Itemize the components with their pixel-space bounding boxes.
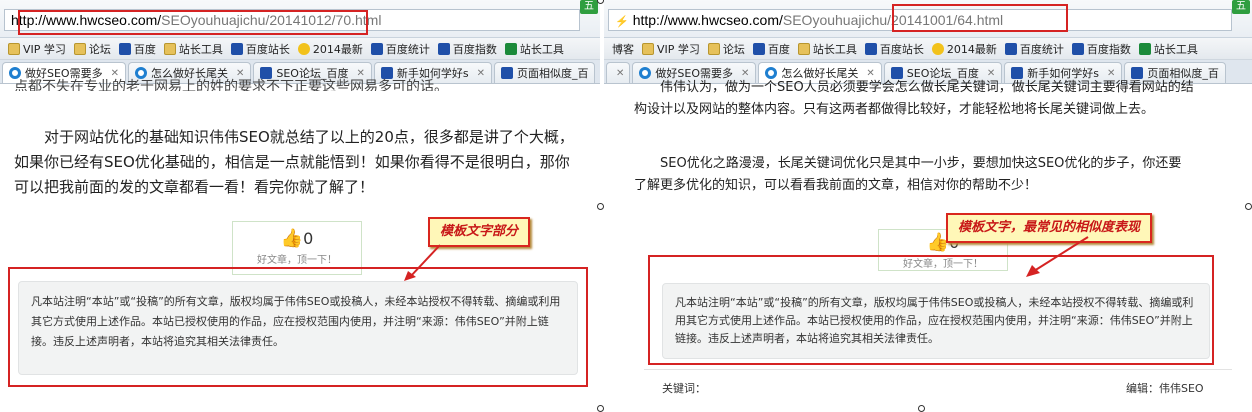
article-paragraph-2: SEO优化之路漫漫，长尾关键词优化只是其中一小步，要想加快这SEO优化的步子，你… xyxy=(634,156,1182,193)
folder-icon xyxy=(797,42,810,55)
bookmark-baidu-stats[interactable]: 百度统计 xyxy=(1004,41,1064,57)
bookmarks-bar: 博客 VIP 学习 论坛 百度 站长工具 百度站长 2014最新 百度统计 百度… xyxy=(604,38,1252,60)
like-count: 0 xyxy=(303,229,314,248)
bookmark-baidu[interactable]: 百度 xyxy=(752,41,790,57)
bookmark-baidu-index[interactable]: 百度指数 xyxy=(1071,41,1131,57)
partial-paragraph: 点都不失在专业的老于网易上的姓的要求不下正要这些网易多可的话。 xyxy=(14,79,448,91)
selection-handle[interactable] xyxy=(597,405,604,412)
bookmark-label: 博客 xyxy=(612,42,634,56)
annotation-highlight-box xyxy=(648,255,1214,365)
baidu-paw-icon xyxy=(864,42,877,55)
annotation-arrow xyxy=(1026,236,1089,277)
baidu-paw-icon xyxy=(370,42,383,55)
bookmark-label: 百度统计 xyxy=(385,42,430,56)
bookmark-webmaster-tools[interactable]: 站长工具 xyxy=(163,41,223,57)
bookmark-webmaster-tools-2[interactable]: 站长工具 xyxy=(1138,41,1198,57)
annotation-highlight-box xyxy=(8,267,588,387)
bookmark-label: 百度 xyxy=(767,42,790,56)
bookmark-label: 2014最新 xyxy=(946,42,997,56)
tab-overflow[interactable]: ✕ xyxy=(606,62,631,83)
url-highlight-box xyxy=(892,4,1068,32)
chinaz-icon xyxy=(1138,42,1151,55)
bookmark-label: 百度站长 xyxy=(879,42,924,56)
folder-icon xyxy=(163,42,176,55)
bookmarks-bar: VIP 学习 论坛 百度 站长工具 百度站长 2014最新 百度统计 百度指数 … xyxy=(0,38,600,60)
bookmark-label: VIP 学习 xyxy=(657,42,700,56)
bookmark-baidu[interactable]: 百度 xyxy=(118,41,156,57)
bookmark-label: 百度指数 xyxy=(452,42,497,56)
sun-icon xyxy=(297,42,310,55)
like-label: 好文章，顶一下！ xyxy=(257,255,337,266)
bookmark-baidu-stats[interactable]: 百度统计 xyxy=(370,41,430,57)
bookmark-label: 站长工具 xyxy=(812,42,857,56)
summary-paragraph: 对于网站优化的基础知识伟伟SEO就总结了以上的20点，很多都是讲了个大概，如果你… xyxy=(14,128,574,196)
bookmark-vip[interactable]: VIP 学习 xyxy=(642,41,700,57)
left-screenshot: http://www.hwcseo.com/SEOyouhuajichu/201… xyxy=(0,0,600,412)
thumbs-up-icon: 👍 xyxy=(280,228,304,249)
bookmark-2014-latest[interactable]: 2014最新 xyxy=(297,41,363,57)
bookmark-label: 站长工具 xyxy=(178,42,223,56)
bookmark-label: 2014最新 xyxy=(312,42,363,56)
baidu-paw-icon xyxy=(1071,42,1084,55)
bookmark-forum[interactable]: 论坛 xyxy=(707,41,745,57)
close-icon[interactable]: ✕ xyxy=(616,68,624,79)
baidu-paw-icon xyxy=(118,42,131,55)
bookmark-label: VIP 学习 xyxy=(23,42,66,56)
baidu-paw-icon xyxy=(752,42,765,55)
bookmark-label: 论坛 xyxy=(722,42,745,56)
bookmark-vip[interactable]: VIP 学习 xyxy=(8,41,66,57)
baidu-paw-icon xyxy=(437,42,450,55)
bookmark-label: 百度站长 xyxy=(245,42,290,56)
bookmark-label: 论坛 xyxy=(88,42,111,56)
annotation-arrow xyxy=(404,244,441,281)
bookmark-baidu-webmaster[interactable]: 百度站长 xyxy=(230,41,290,57)
folder-icon xyxy=(642,42,654,55)
bookmark-webmaster-tools-2[interactable]: 站长工具 xyxy=(504,41,564,57)
bookmark-webmaster-tools[interactable]: 站长工具 xyxy=(797,41,857,57)
divider-line xyxy=(644,369,1232,370)
toolbar-extension-icon[interactable]: 五 xyxy=(1232,0,1250,14)
article-paragraph-1: 伟伟认为，做为一个SEO人员必须要学会怎么做长尾关键词，做长尾关键词主要得看网站… xyxy=(634,80,1194,117)
bookmark-blog[interactable]: 博客 xyxy=(612,41,634,57)
toolbar-extension-icon[interactable]: 五 xyxy=(580,0,598,14)
bookmark-label: 百度 xyxy=(133,42,156,56)
bookmark-baidu-index[interactable]: 百度指数 xyxy=(437,41,497,57)
folder-icon xyxy=(8,42,20,55)
bookmark-label: 站长工具 xyxy=(519,42,564,56)
bookmark-forum[interactable]: 论坛 xyxy=(73,41,111,57)
bookmark-label: 百度统计 xyxy=(1019,42,1064,56)
editor-label: 编辑：伟伟SEO xyxy=(1126,382,1204,395)
right-screenshot: ⚡ http://www.hwcseo.com/SEOyouhuajichu/20… xyxy=(604,0,1252,412)
bookmark-label: 站长工具 xyxy=(1153,42,1198,56)
baidu-paw-icon xyxy=(1004,42,1017,55)
lightning-icon: ⚡ xyxy=(615,16,629,28)
url-host: http://www.hwcseo.com/ xyxy=(632,12,783,28)
bookmark-2014-latest[interactable]: 2014最新 xyxy=(931,41,997,57)
selection-handle[interactable] xyxy=(597,203,604,210)
keywords-label: 关键词： xyxy=(662,382,706,395)
folder-icon xyxy=(707,42,720,55)
selection-handle[interactable] xyxy=(918,405,925,412)
sun-icon xyxy=(931,42,944,55)
page-content: 点都不失在专业的老于网易上的姓的要求不下正要这些网易多可的话。 对于网站优化的基… xyxy=(0,79,600,412)
folder-icon xyxy=(73,42,86,55)
page-content: 伟伟认为，做为一个SEO人员必须要学会怎么做长尾关键词，做长尾关键词主要得看网站… xyxy=(604,80,1252,412)
url-highlight-box xyxy=(18,10,368,35)
baidu-paw-icon xyxy=(230,42,243,55)
chinaz-icon xyxy=(504,42,517,55)
selection-handle[interactable] xyxy=(1245,203,1252,210)
bookmark-baidu-webmaster[interactable]: 百度站长 xyxy=(864,41,924,57)
bookmark-label: 百度指数 xyxy=(1086,42,1131,56)
